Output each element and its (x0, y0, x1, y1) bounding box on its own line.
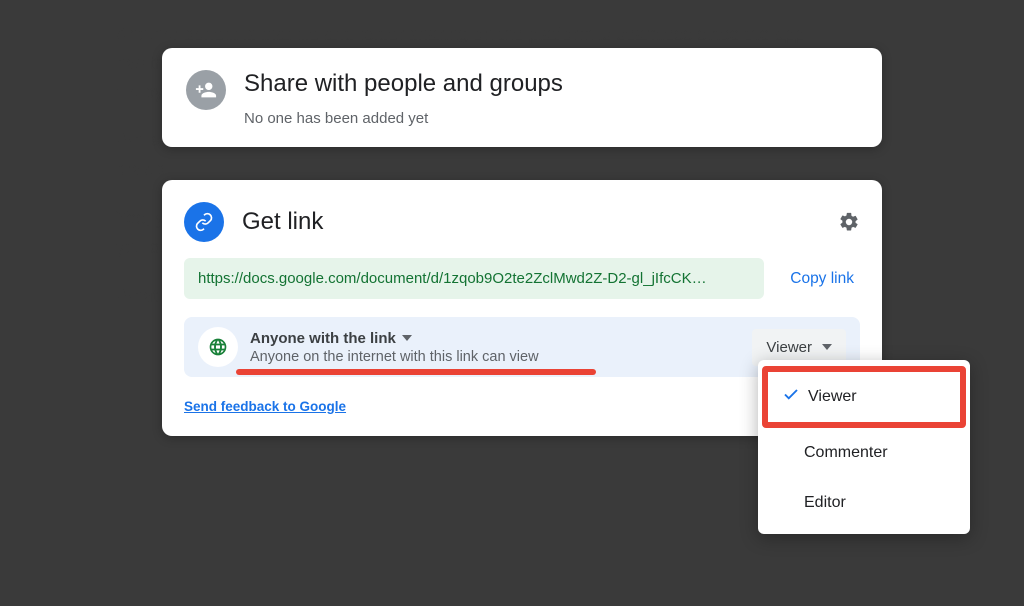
role-option-commenter[interactable]: Commenter (758, 428, 970, 478)
share-url-box[interactable]: https://docs.google.com/document/d/1zqob… (184, 258, 764, 299)
annotation-underline (236, 369, 596, 375)
feedback-link[interactable]: Send feedback to Google (184, 399, 346, 414)
share-title: Share with people and groups (244, 70, 563, 98)
person-add-icon (186, 70, 226, 110)
role-option-editor[interactable]: Editor (758, 478, 970, 528)
check-icon (782, 386, 800, 409)
access-scope-dropdown[interactable]: Anyone with the link (250, 330, 752, 347)
role-dropdown-menu: Viewer Commenter Editor (758, 360, 970, 534)
copy-link-button[interactable]: Copy link (784, 270, 860, 288)
access-description: Anyone on the internet with this link ca… (250, 349, 752, 365)
share-people-card: Share with people and groups No one has … (162, 48, 882, 147)
get-link-title: Get link (242, 208, 838, 236)
share-subtitle: No one has been added yet (244, 110, 563, 127)
globe-icon (198, 327, 238, 367)
link-icon (184, 202, 224, 242)
chevron-down-icon (402, 333, 412, 343)
gear-icon[interactable] (838, 211, 860, 233)
chevron-down-icon (822, 342, 832, 352)
role-option-viewer[interactable]: Viewer (762, 366, 966, 428)
